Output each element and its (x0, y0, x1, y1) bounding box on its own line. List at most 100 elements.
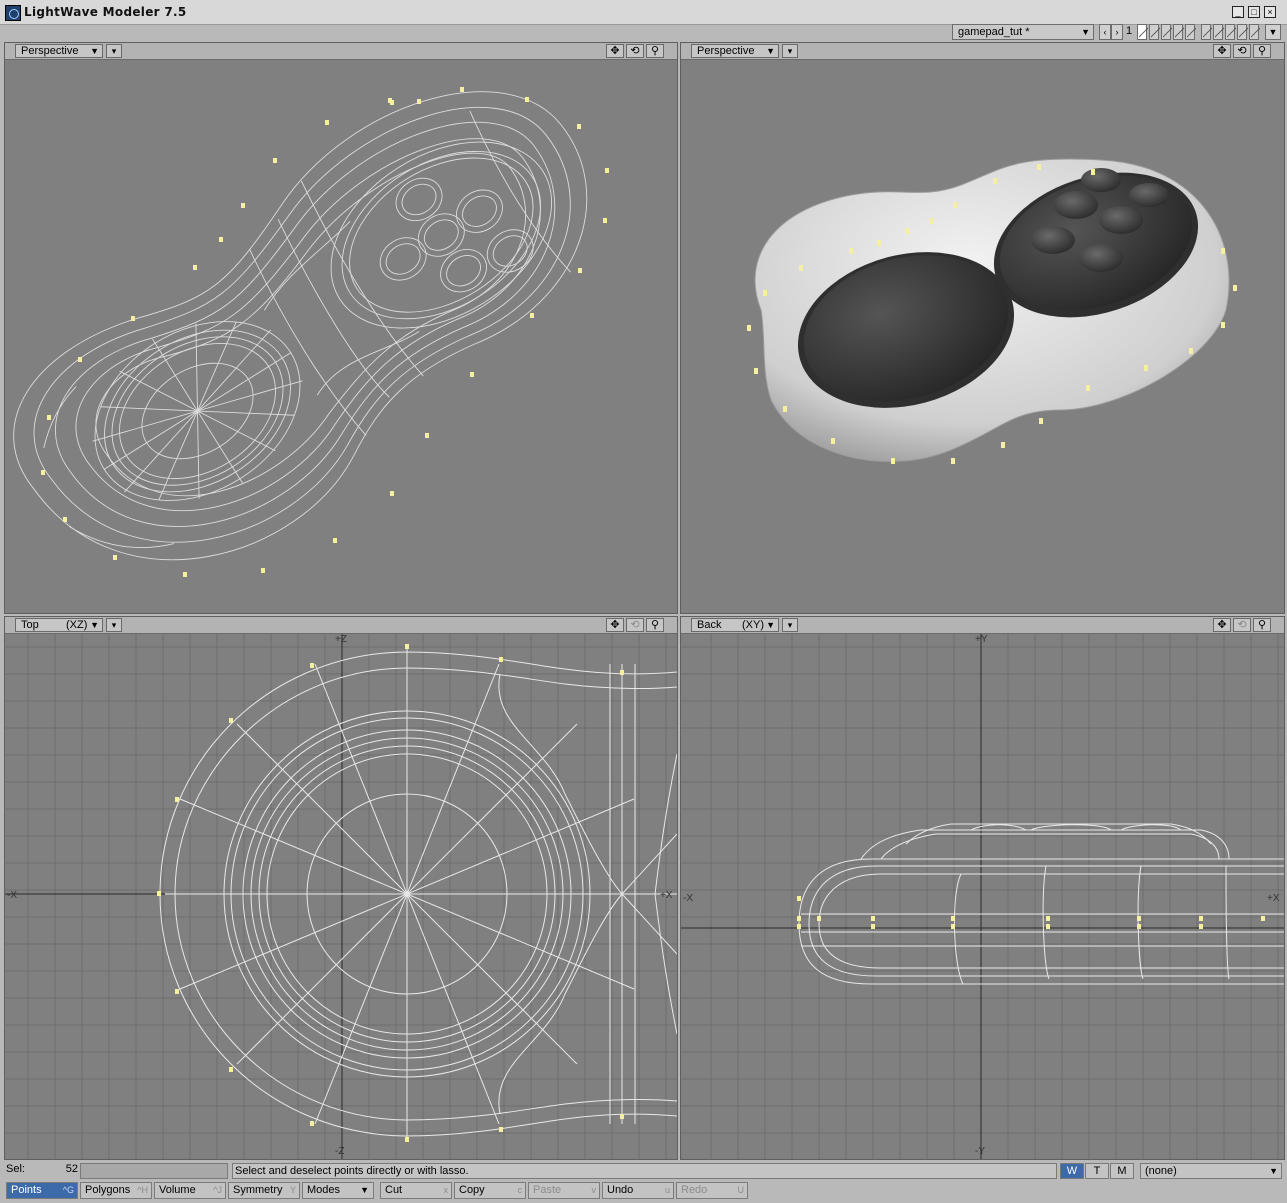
layer-menu-button[interactable]: ▼ (1265, 24, 1281, 40)
zoom-view-icon[interactable]: ⚲ (646, 44, 664, 58)
viewport-options-button[interactable]: ▾ (782, 618, 798, 632)
button-label: Cut (385, 1184, 403, 1196)
rotate-view-icon[interactable]: ⟲ (1233, 44, 1251, 58)
chevron-down-icon: ▼ (90, 46, 99, 56)
view-type-label: Back (697, 619, 722, 631)
viewport-perspective-shaded[interactable]: Perspective ▼ ▾ ✥ ⟲ ⚲ (680, 42, 1285, 614)
button-label: Modes (307, 1184, 341, 1196)
maximize-button[interactable]: □ (1248, 6, 1260, 18)
rotate-view-icon[interactable]: ⟲ (626, 44, 644, 58)
viewport-canvas[interactable] (5, 60, 677, 613)
move-view-icon[interactable]: ✥ (1213, 618, 1231, 632)
viewport-options-button[interactable]: ▾ (782, 44, 798, 58)
axis-label-left: -X (683, 893, 693, 904)
view-type-label: Perspective (21, 45, 79, 57)
viewport-header: Perspective ▼ ▾ ✥ ⟲ ⚲ (681, 43, 1284, 60)
window-title: LightWave Modeler 7.5 (24, 5, 187, 19)
lightwave-app-icon (5, 5, 21, 21)
chevron-down-icon: ▼ (360, 1185, 369, 1195)
zoom-view-icon[interactable]: ⚲ (646, 618, 664, 632)
selection-count-label: Sel: (6, 1163, 25, 1175)
modes-menu-button[interactable]: Modes ▼ (302, 1182, 374, 1199)
volume-mode-button[interactable]: Volume ^J (154, 1182, 226, 1199)
shortcut-label: c (517, 1185, 523, 1195)
object-select[interactable]: gamepad_tut * ▼ (952, 24, 1094, 40)
shortcut-label: u (664, 1185, 670, 1195)
layer-3-toggle[interactable] (1161, 24, 1172, 40)
next-layer-button[interactable]: › (1111, 24, 1123, 40)
cut-button[interactable]: Cut x (380, 1182, 452, 1199)
chevron-down-icon: ▼ (766, 620, 775, 630)
close-button[interactable]: × (1264, 6, 1276, 18)
viewport-options-button[interactable]: ▾ (106, 618, 122, 632)
axis-label-down: -Y (975, 1146, 985, 1157)
view-type-select[interactable]: Back (XY) ▼ (691, 618, 779, 632)
axis-label-left: -X (7, 890, 17, 901)
button-label: Redo (681, 1184, 708, 1196)
viewport-canvas[interactable] (681, 60, 1284, 613)
button-label: Paste (533, 1184, 562, 1196)
zoom-view-icon[interactable]: ⚲ (1253, 618, 1271, 632)
view-type-select[interactable]: Perspective ▼ (691, 44, 779, 58)
shortcut-label: x (443, 1185, 449, 1195)
axis-label-up: +Z (335, 634, 347, 645)
button-label: Polygons (85, 1184, 131, 1196)
viewport-top[interactable]: Top (XZ) ▼ ▾ ✥ ⟲ ⚲ +Z -Z -X +X (4, 616, 678, 1160)
texture-map-button[interactable]: T (1085, 1163, 1109, 1179)
view-axes-label: (XY) (742, 619, 764, 631)
copy-button[interactable]: Copy c (454, 1182, 526, 1199)
zoom-view-icon[interactable]: ⚲ (1253, 44, 1271, 58)
move-view-icon[interactable]: ✥ (1213, 44, 1231, 58)
viewport-header: Perspective ▼ ▾ ✥ ⟲ ⚲ (5, 43, 677, 60)
view-type-select[interactable]: Top (XZ) ▼ (15, 618, 103, 632)
rotate-view-icon[interactable]: ⟲ (626, 618, 644, 632)
chevron-down-icon: ▼ (766, 46, 775, 56)
move-view-icon[interactable]: ✥ (606, 44, 624, 58)
weight-map-button[interactable]: W (1060, 1163, 1084, 1179)
layer-8-toggle[interactable] (1225, 24, 1236, 40)
back-view-wireframe (681, 634, 1284, 1159)
viewport-perspective-wireframe[interactable]: Perspective ▼ ▾ ✥ ⟲ ⚲ (4, 42, 678, 614)
object-name: gamepad_tut * (958, 26, 1030, 38)
points-mode-button[interactable]: Points ^G (6, 1182, 78, 1199)
layer-9-toggle[interactable] (1237, 24, 1248, 40)
view-axes-label: (XZ) (66, 619, 88, 631)
shortcut-label: U (737, 1185, 745, 1195)
title-bar: LightWave Modeler 7.5 _ □ × (0, 0, 1287, 25)
layer-7-toggle[interactable] (1213, 24, 1224, 40)
undo-button[interactable]: Undo u (602, 1182, 674, 1199)
shortcut-label: ^G (62, 1185, 74, 1195)
move-view-icon[interactable]: ✥ (606, 618, 624, 632)
symmetry-toggle-button[interactable]: Symmetry Y (228, 1182, 300, 1199)
viewport-header: Back (XY) ▼ ▾ ✥ ⟲ ⚲ (681, 617, 1284, 634)
numeric-field[interactable] (80, 1163, 228, 1179)
view-type-label: Top (21, 619, 39, 631)
prev-layer-button[interactable]: ‹ (1099, 24, 1111, 40)
viewport-options-button[interactable]: ▾ (106, 44, 122, 58)
polygons-mode-button[interactable]: Polygons ^H (80, 1182, 152, 1199)
button-label: Volume (159, 1184, 196, 1196)
layer-4-toggle[interactable] (1173, 24, 1184, 40)
paste-button[interactable]: Paste v (528, 1182, 600, 1199)
minimize-button[interactable]: _ (1232, 6, 1244, 18)
shaded-gamepad (747, 158, 1237, 464)
shortcut-label: Y (289, 1185, 296, 1195)
vertex-map-select[interactable]: (none) ▼ (1140, 1163, 1282, 1179)
layer-5-toggle[interactable] (1185, 24, 1196, 40)
viewport-header: Top (XZ) ▼ ▾ ✥ ⟲ ⚲ (5, 617, 677, 634)
rotate-view-icon[interactable]: ⟲ (1233, 618, 1251, 632)
vertex-map-value: (none) (1145, 1165, 1177, 1177)
morph-map-button[interactable]: M (1110, 1163, 1134, 1179)
axis-label-up: +Y (975, 634, 988, 645)
layer-2-toggle[interactable] (1149, 24, 1160, 40)
layer-1-toggle[interactable] (1137, 24, 1148, 40)
viewport-canvas[interactable]: +Z -Z -X +X (5, 634, 677, 1159)
wireframe-gamepad (13, 87, 609, 577)
redo-button[interactable]: Redo U (676, 1182, 748, 1199)
viewport-back[interactable]: Back (XY) ▼ ▾ ✥ ⟲ ⚲ +Y -Y -X +X (680, 616, 1285, 1160)
layer-6-toggle[interactable] (1201, 24, 1212, 40)
layer-10-toggle[interactable] (1249, 24, 1260, 40)
viewport-canvas[interactable]: +Y -Y -X +X (681, 634, 1284, 1159)
view-type-select[interactable]: Perspective ▼ (15, 44, 103, 58)
button-label: Symmetry (233, 1184, 283, 1196)
